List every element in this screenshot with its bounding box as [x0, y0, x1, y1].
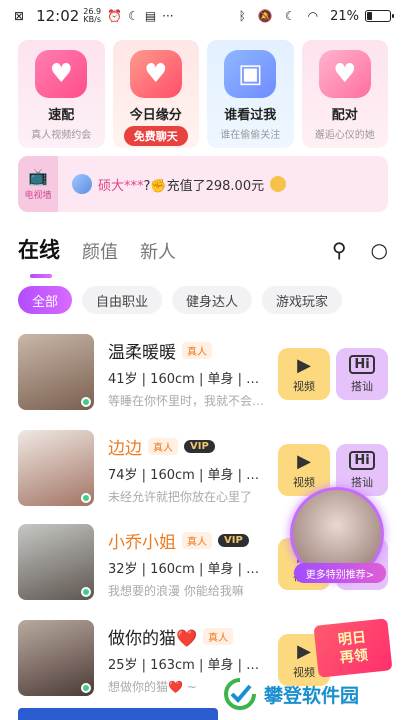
chip-freelance[interactable]: 自由职业 [82, 286, 163, 314]
user-info: 25岁 | 163cm | 单身 | 销售 [108, 658, 270, 673]
greet-button[interactable]: Hi搭讪 [336, 348, 388, 400]
watermark-logo-icon [224, 678, 256, 710]
profile-card-icon: ▣ [224, 50, 277, 98]
wifi-icon: ◠ [307, 9, 319, 23]
video-camera-icon: ▶ [297, 640, 311, 662]
alarm-icon: ⏰ [107, 9, 123, 23]
promo-tag[interactable]: 明日 再领 [313, 618, 393, 678]
feature-subtitle: 真人视频约会 [31, 130, 92, 141]
video-camera-icon: ▶ [297, 354, 311, 376]
recharge-message: 硕大***?✊充值了298.00元 [98, 175, 264, 194]
user-photo[interactable] [18, 334, 94, 410]
moon-icon: ☾ [284, 9, 296, 23]
filter-icon[interactable]: ⚲ [332, 238, 347, 262]
search-icon[interactable]: ○ [371, 238, 388, 262]
feature-speed-match[interactable]: ♥ 速配 真人视频约会 [18, 40, 105, 148]
user-name: 温柔暖暖 真人 [108, 338, 212, 363]
tv-icon: 📺 [28, 167, 48, 186]
category-chips: 全部 自由职业 健身达人 游戏玩家 [18, 286, 405, 314]
close-box-icon: ⊠ [14, 9, 25, 23]
user-signature: 等睡在你怀里时，我就不会失眠了 [108, 394, 270, 408]
hi-chat-icon: Hi [349, 354, 375, 374]
watermark: 攀登软件园 [222, 672, 405, 716]
feature-title: 谁看过我 [224, 108, 277, 123]
real-person-badge: 真人 [182, 342, 212, 359]
feature-today-fate[interactable]: ♥ 今日缘分 免费聊天 [112, 40, 199, 148]
status-bar: ⊠ 12:02 26.9 KB/s ⏰ ☾ ▤ ··· ᛒ 🔕 ☾ ◠ 21% [0, 0, 405, 32]
network-speed: 26.9 KB/s [83, 7, 102, 24]
user-photo[interactable] [18, 524, 94, 600]
avatar [72, 174, 92, 194]
video-call-button[interactable]: ▶视频 [278, 348, 330, 400]
bluetooth-icon: ᛒ [238, 9, 246, 23]
tab-tools: ⚲ ○ [332, 238, 388, 272]
real-person-badge: 真人 [182, 532, 212, 549]
online-dot [81, 493, 91, 503]
video-heart-icon: ♥ [35, 50, 88, 98]
bottom-card-edge [18, 708, 218, 720]
user-info: 41岁 | 160cm | 单身 | 自由职业 [108, 372, 270, 387]
mute-icon: 🔕 [257, 9, 273, 23]
online-dot [81, 587, 91, 597]
tv-wall-tag[interactable]: 📺 电视墙 [18, 156, 58, 212]
chip-all[interactable]: 全部 [18, 286, 73, 314]
list-tabs: 在线 颜值 新人 ⚲ ○ [18, 232, 388, 278]
coin-icon [270, 176, 287, 192]
user-name: 边边 真人 VIP [108, 434, 215, 459]
fist-icon: ?✊ [143, 178, 167, 194]
status-time: 12:02 [36, 7, 80, 25]
list-item[interactable]: 温柔暖暖真人 41岁 | 160cm | 单身 | 自由职业 等睡在你怀里时，我… [0, 330, 405, 420]
moon-icon: ☾ [128, 9, 139, 23]
battery-percent: 21% [330, 8, 359, 24]
special-recommend-button[interactable]: 更多特别推荐> [294, 563, 386, 583]
tab-online[interactable]: 在线 [18, 234, 60, 278]
vip-badge: VIP [218, 534, 249, 547]
feature-subtitle: 谁在偷偷关注 [220, 130, 281, 141]
feature-cards: ♥ 速配 真人视频约会 ♥ 今日缘分 免费聊天 ▣ 谁看过我 谁在偷偷关注 ♥ … [18, 40, 388, 148]
vip-badge: VIP [184, 440, 215, 453]
user-signature: 我想要的浪漫 你能给我嘛 [108, 584, 244, 598]
tab-newcomers[interactable]: 新人 [140, 238, 176, 272]
card-icon: ▤ [144, 9, 157, 23]
tv-wall-label: 电视墙 [24, 191, 52, 201]
feature-subtitle: 邂逅心仪的她 [314, 130, 375, 141]
watermark-text: 攀登软件园 [264, 684, 360, 707]
user-info: 74岁 | 160cm | 单身 | 自由职业 [108, 468, 270, 483]
feature-who-viewed-me[interactable]: ▣ 谁看过我 谁在偷偷关注 [207, 40, 294, 148]
feature-title: 今日缘分 [129, 108, 182, 123]
hi-chat-icon: Hi [349, 450, 375, 470]
user-name: 小乔小姐 真人 VIP [108, 528, 249, 553]
feature-title: 速配 [48, 108, 75, 123]
online-dot [81, 683, 91, 693]
heart-wings-icon: ♥ [129, 50, 182, 98]
banner-action: 充值了298.00元 [166, 178, 265, 194]
feature-title: 配对 [331, 108, 358, 123]
user-signature: 未经允许就把你放在心里了 [108, 490, 253, 504]
video-camera-icon: ▶ [297, 450, 311, 472]
user-photo[interactable] [18, 620, 94, 696]
real-person-badge: 真人 [148, 438, 178, 455]
free-chat-pill[interactable]: 免费聊天 [123, 126, 188, 146]
online-dot [81, 397, 91, 407]
user-photo[interactable] [18, 430, 94, 506]
user-name: 做你的猫❤️ 真人 [108, 624, 234, 649]
banner-user: 硕大*** [98, 178, 144, 194]
double-heart-icon: ♥ [318, 50, 371, 98]
feature-pairing[interactable]: ♥ 配对 邂逅心仪的她 [301, 40, 388, 148]
chip-gamers[interactable]: 游戏玩家 [262, 286, 343, 314]
chip-fitness[interactable]: 健身达人 [172, 286, 253, 314]
tv-wall-banner[interactable]: 📺 电视墙 硕大***?✊充值了298.00元 [18, 156, 388, 212]
tab-looks[interactable]: 颜值 [82, 238, 118, 272]
user-info: 32岁 | 160cm | 单身 | 自由职业 [108, 562, 270, 577]
promo-line2: 再领 [339, 647, 369, 667]
real-person-badge: 真人 [203, 628, 234, 645]
more-dots-icon: ··· [162, 9, 174, 23]
battery-icon [365, 10, 394, 22]
